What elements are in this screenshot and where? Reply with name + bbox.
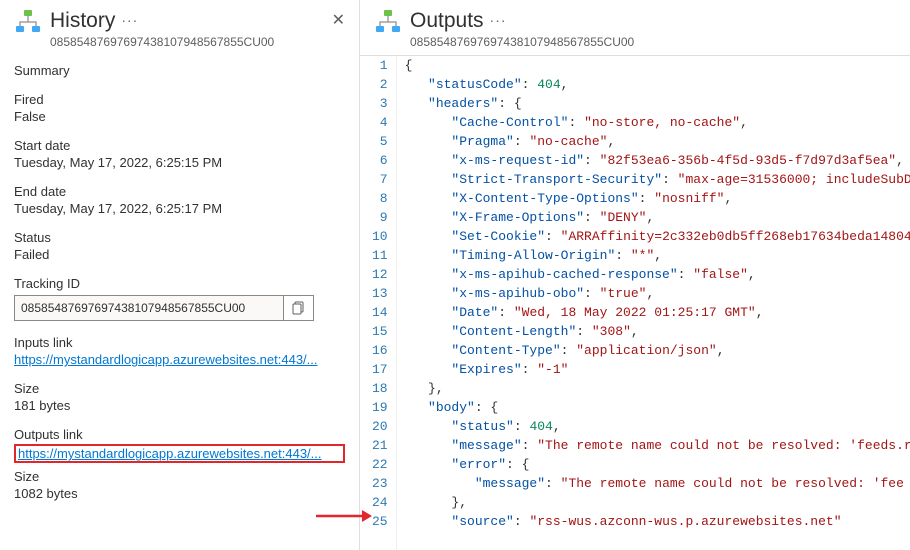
inputs-link[interactable]: https://mystandardlogicapp.azurewebsites… [14,352,345,367]
more-icon[interactable]: ··· [490,12,507,29]
inputs-link-label: Inputs link [14,335,345,350]
code-editor[interactable]: 1234567891011121314151617181920212223242… [360,55,910,550]
status-value: Failed [14,247,345,262]
start-date-value: Tuesday, May 17, 2022, 6:25:15 PM [14,155,345,170]
outputs-panel: Outputs ··· 0858548769769743810794856785… [360,0,910,550]
outputs-link-highlight: https://mystandardlogicapp.azurewebsites… [14,444,345,463]
history-title: History [50,8,115,33]
outputs-link[interactable]: https://mystandardlogicapp.azurewebsites… [18,446,341,461]
line-gutter: 1234567891011121314151617181920212223242… [360,56,397,550]
status-label: Status [14,230,345,245]
history-header: History ··· 0858548769769743810794856785… [14,8,345,49]
outputs-header: Outputs ··· 0858548769769743810794856785… [360,0,910,55]
logic-app-icon [374,8,402,36]
inputs-size-value: 181 bytes [14,398,345,413]
close-icon[interactable]: ✕ [332,10,345,30]
logic-app-icon [14,8,42,36]
history-subtitle: 08585487697697438107948567855CU00 [50,35,345,49]
end-date-value: Tuesday, May 17, 2022, 6:25:17 PM [14,201,345,216]
code-content[interactable]: { "statusCode": 404, "headers": { "Cache… [397,56,910,550]
tracking-id-input[interactable] [15,296,283,320]
copy-icon [292,301,306,315]
copy-button[interactable] [283,296,313,320]
fired-label: Fired [14,92,345,107]
outputs-subtitle: 08585487697697438107948567855CU00 [410,35,896,49]
fired-value: False [14,109,345,124]
end-date-label: End date [14,184,345,199]
inputs-size-label: Size [14,381,345,396]
history-panel: History ··· 0858548769769743810794856785… [0,0,360,550]
tracking-id-label: Tracking ID [14,276,345,291]
outputs-link-label: Outputs link [14,427,345,442]
outputs-size-value: 1082 bytes [14,486,345,501]
summary-label: Summary [14,63,345,78]
arrow-annotation [314,506,374,526]
outputs-size-label: Size [14,469,345,484]
tracking-id-field [14,295,314,321]
start-date-label: Start date [14,138,345,153]
outputs-title: Outputs [410,8,484,33]
more-icon[interactable]: ··· [121,12,138,29]
